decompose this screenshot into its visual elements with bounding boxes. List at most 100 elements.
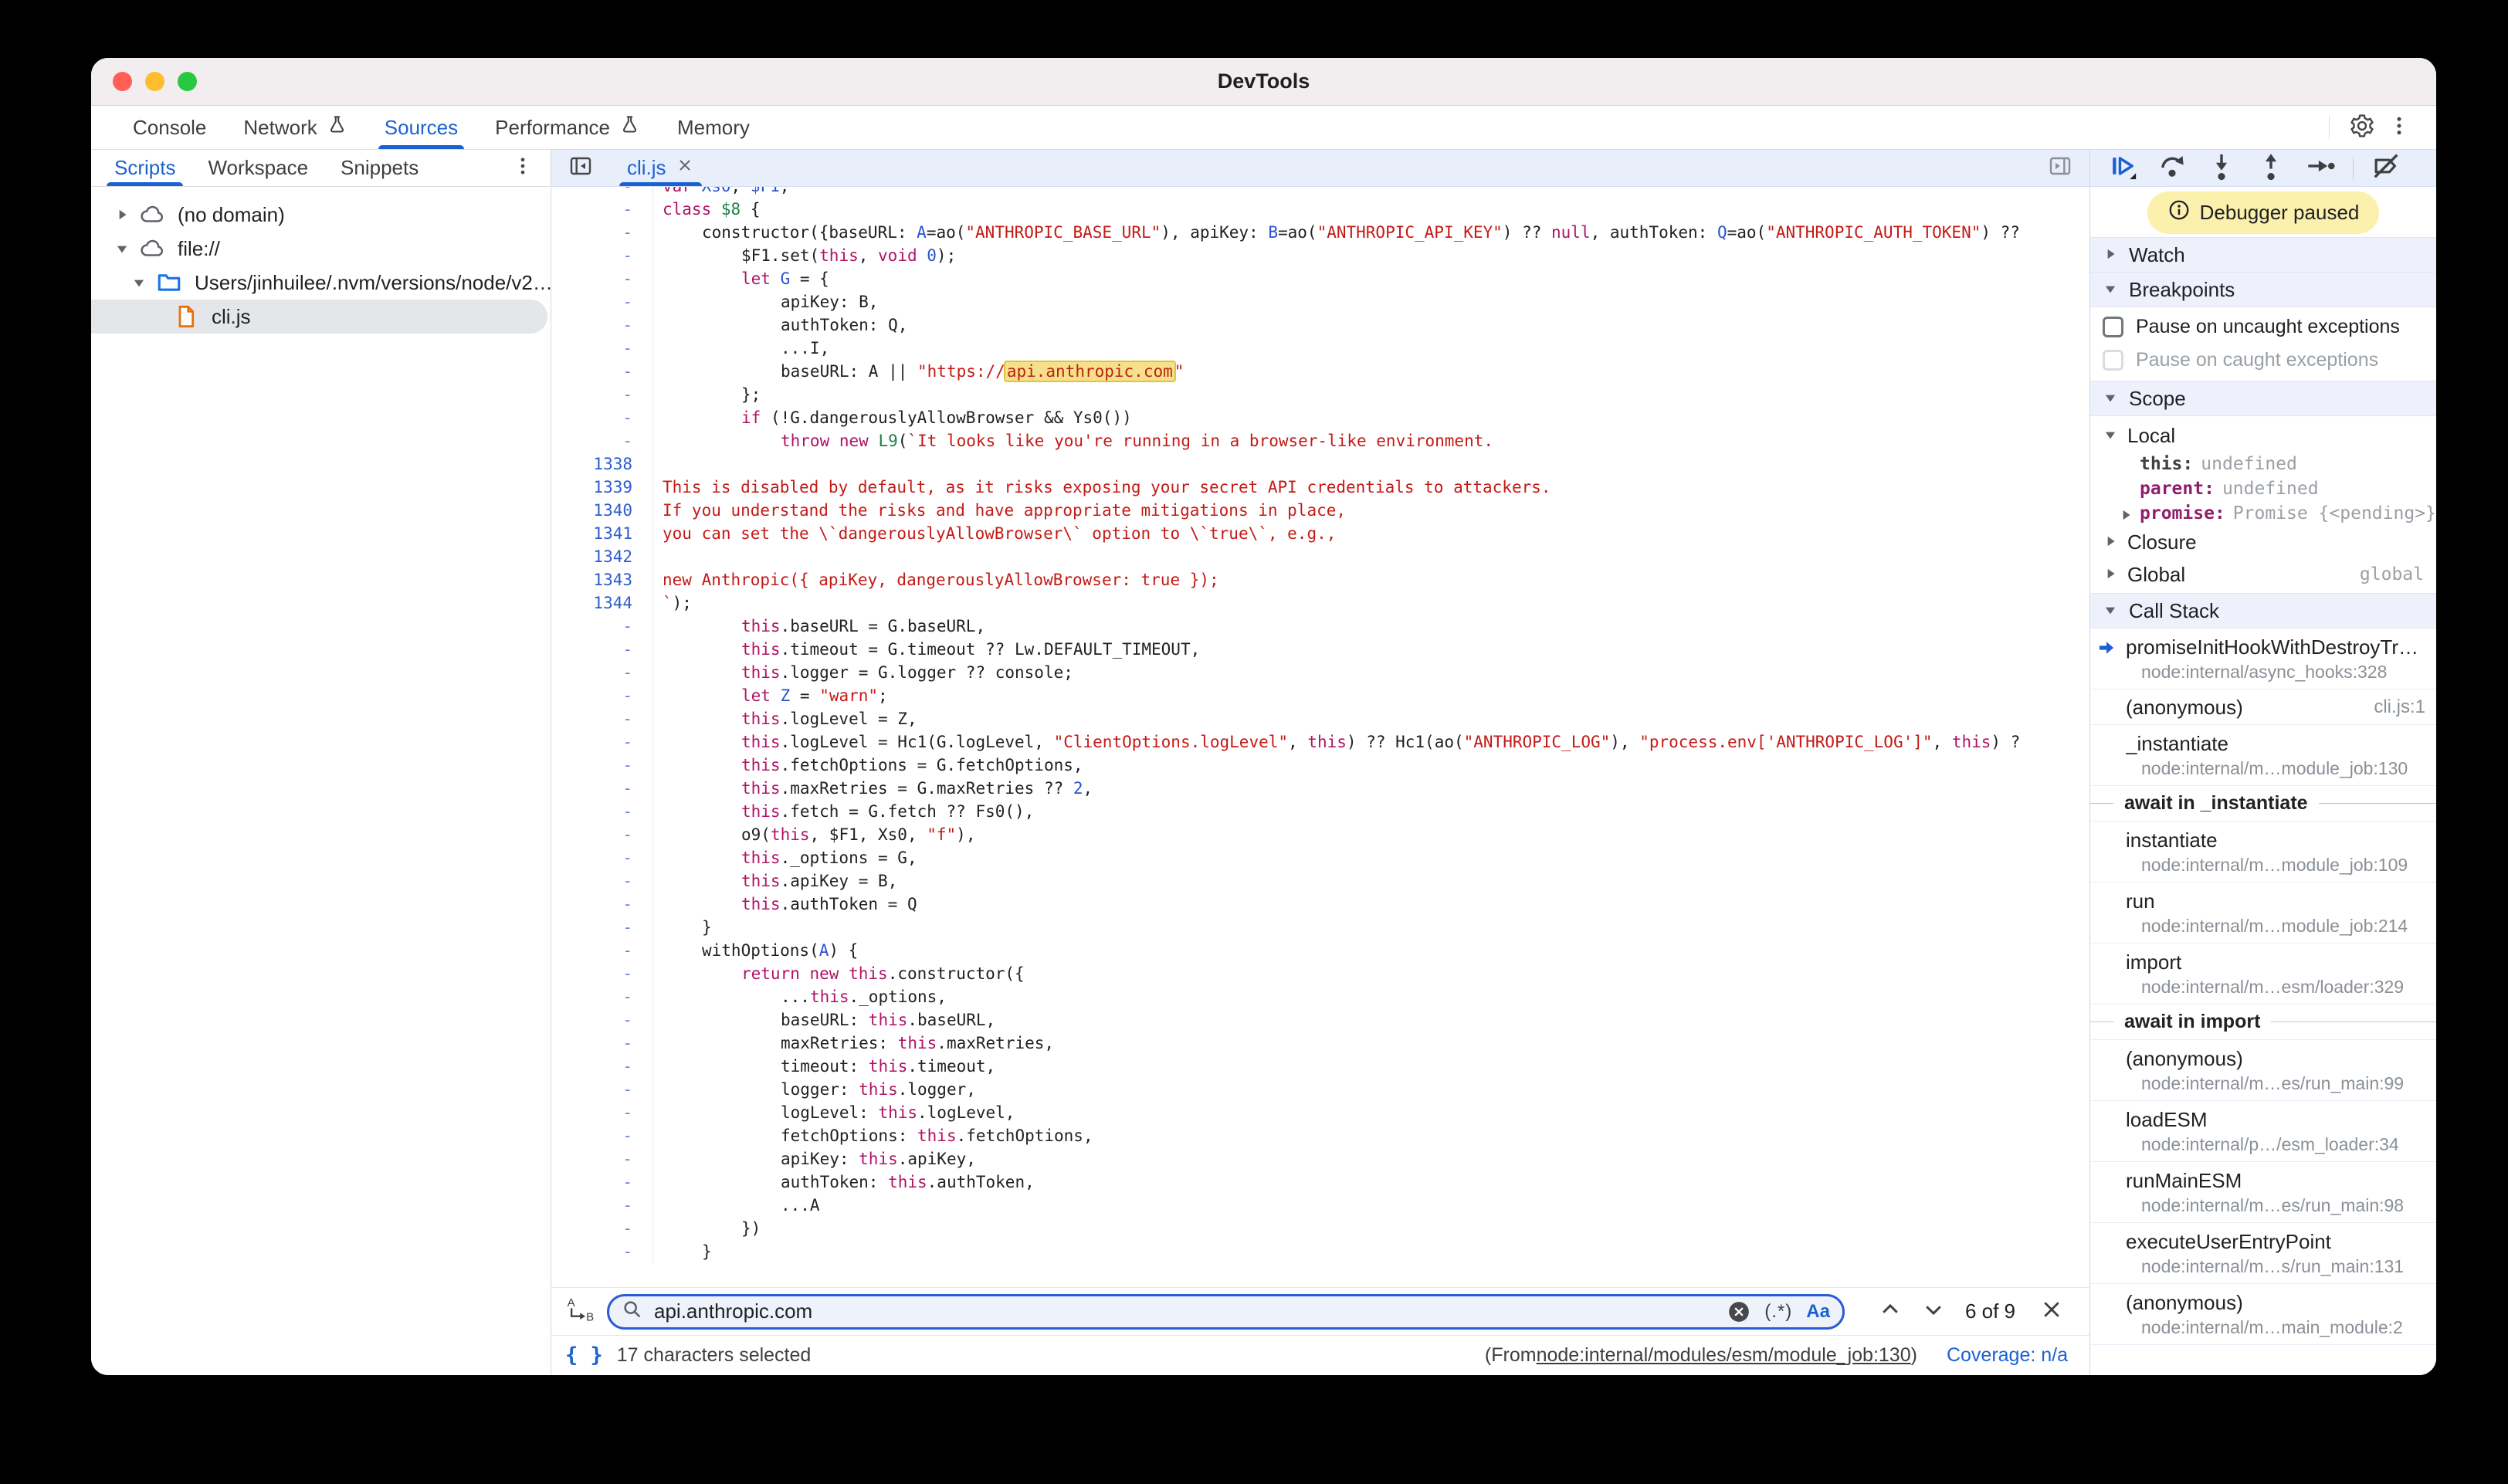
editor-tab-clijs[interactable]: cli.js: [612, 150, 710, 186]
gutter-cell[interactable]: -: [551, 187, 653, 198]
resume-button[interactable]: [2101, 151, 2144, 185]
tree-item-file-[interactable]: file://: [91, 232, 551, 266]
code-line[interactable]: -this.maxRetries = G.maxRetries ?? 2,: [551, 777, 2089, 800]
navigator-tab-scripts[interactable]: Scripts: [102, 150, 188, 186]
code-line[interactable]: -this.fetchOptions = G.fetchOptions,: [551, 754, 2089, 777]
gutter-cell[interactable]: -: [551, 962, 653, 985]
zoom-window-button[interactable]: [178, 72, 197, 91]
code-line[interactable]: 1338: [551, 452, 2089, 476]
code-line[interactable]: 1340If you understand the risks and have…: [551, 499, 2089, 522]
code-line[interactable]: -baseURL: A || "https://api.anthropic.co…: [551, 360, 2089, 383]
scope-group-local[interactable]: Local: [2090, 419, 2436, 452]
code-line[interactable]: -class $8 {: [551, 198, 2089, 221]
code-line[interactable]: -authToken: Q,: [551, 313, 2089, 337]
gutter-cell[interactable]: -: [551, 916, 653, 939]
code-line[interactable]: 1339This is disabled by default, as it r…: [551, 476, 2089, 499]
step-over-button[interactable]: [2150, 151, 2194, 185]
call-stack-frame[interactable]: executeUserEntryPointnode:internal/m…s/r…: [2090, 1223, 2436, 1284]
scope-variable[interactable]: this:undefined: [2090, 452, 2436, 476]
code-line[interactable]: -logLevel: this.logLevel,: [551, 1101, 2089, 1124]
navigator-tab-workspace[interactable]: Workspace: [195, 150, 320, 186]
section-scope[interactable]: Scope: [2090, 381, 2436, 416]
checkbox[interactable]: [2103, 317, 2123, 337]
gutter-cell[interactable]: -: [551, 1078, 653, 1101]
code-line[interactable]: -};: [551, 383, 2089, 406]
code-line[interactable]: -if (!G.dangerouslyAllowBrowser && Ys0()…: [551, 406, 2089, 429]
gutter-cell[interactable]: -: [551, 707, 653, 730]
gutter-cell[interactable]: -: [551, 823, 653, 846]
gutter-cell[interactable]: -: [551, 1055, 653, 1078]
code-line[interactable]: -timeout: this.timeout,: [551, 1055, 2089, 1078]
code-line[interactable]: -}): [551, 1217, 2089, 1240]
gutter-cell[interactable]: -: [551, 429, 653, 452]
code-line[interactable]: -constructor({baseURL: A=ao("ANTHROPIC_B…: [551, 221, 2089, 244]
gutter-cell[interactable]: 1339: [551, 476, 653, 499]
section-watch[interactable]: Watch: [2090, 237, 2436, 273]
code-line[interactable]: -logger: this.logger,: [551, 1078, 2089, 1101]
close-search-button[interactable]: [2034, 1294, 2069, 1330]
code-line[interactable]: -}: [551, 916, 2089, 939]
code-line[interactable]: -this.logLevel = Z,: [551, 707, 2089, 730]
scope-variable[interactable]: promise:Promise {<pending>}: [2090, 501, 2436, 526]
code-line[interactable]: 1343new Anthropic({ apiKey, dangerouslyA…: [551, 568, 2089, 591]
code-line[interactable]: -baseURL: this.baseURL,: [551, 1008, 2089, 1032]
call-stack-frame[interactable]: (anonymous)node:internal/m…main_module:2: [2090, 1284, 2436, 1345]
coverage-link[interactable]: Coverage: n/a: [1947, 1344, 2068, 1367]
step-out-button[interactable]: [2249, 151, 2293, 185]
tab-memory[interactable]: Memory: [659, 106, 768, 149]
gutter-cell[interactable]: -: [551, 221, 653, 244]
more-options-button[interactable]: [2381, 109, 2418, 146]
code-line[interactable]: -...this._options,: [551, 985, 2089, 1008]
next-result-button[interactable]: [1916, 1294, 1951, 1330]
minimize-window-button[interactable]: [145, 72, 164, 91]
chevron-right-icon[interactable]: [110, 207, 134, 222]
regex-toggle[interactable]: (.*): [1764, 1301, 1792, 1323]
replace-toggle-button[interactable]: AB: [562, 1293, 599, 1330]
tree-item-cli-js[interactable]: cli.js: [91, 300, 547, 334]
breakpoint-option[interactable]: Pause on caught exceptions: [2090, 344, 2436, 377]
source-mapped-from-link[interactable]: node:internal/modules/esm/module_job:130: [1537, 1344, 1911, 1367]
breakpoint-option[interactable]: Pause on uncaught exceptions: [2090, 310, 2436, 344]
step-button[interactable]: [2299, 151, 2342, 185]
code-line[interactable]: -...A: [551, 1194, 2089, 1217]
navigator-tab-snippets[interactable]: Snippets: [328, 150, 431, 186]
code-line[interactable]: -authToken: this.authToken,: [551, 1171, 2089, 1194]
code-line[interactable]: -var Xs0, $F1;: [551, 187, 2089, 198]
tab-network[interactable]: Network: [225, 106, 365, 149]
section-breakpoints[interactable]: Breakpoints: [2090, 272, 2436, 307]
gutter-cell[interactable]: -: [551, 360, 653, 383]
code-line[interactable]: -maxRetries: this.maxRetries,: [551, 1032, 2089, 1055]
gutter-cell[interactable]: -: [551, 869, 653, 893]
gutter-cell[interactable]: 1338: [551, 452, 653, 476]
gutter-cell[interactable]: -: [551, 337, 653, 360]
gutter-cell[interactable]: -: [551, 406, 653, 429]
code-line[interactable]: -fetchOptions: this.fetchOptions,: [551, 1124, 2089, 1147]
code-line[interactable]: -withOptions(A) {: [551, 939, 2089, 962]
code-line[interactable]: -let G = {: [551, 267, 2089, 290]
scope-variable[interactable]: parent:undefined: [2090, 476, 2436, 501]
code-line[interactable]: -o9(this, $F1, Xs0, "f"),: [551, 823, 2089, 846]
call-stack-frame[interactable]: importnode:internal/m…esm/loader:329: [2090, 944, 2436, 1005]
code-line[interactable]: -apiKey: this.apiKey,: [551, 1147, 2089, 1171]
gutter-cell[interactable]: -: [551, 1171, 653, 1194]
code-line[interactable]: 1342: [551, 545, 2089, 568]
code-line[interactable]: -this.authToken = Q: [551, 893, 2089, 916]
tab-sources[interactable]: Sources: [366, 106, 476, 149]
code-line[interactable]: -$F1.set(this, void 0);: [551, 244, 2089, 267]
code-line[interactable]: 1341you can set the \`dangerouslyAllowBr…: [551, 522, 2089, 545]
gutter-cell[interactable]: -: [551, 684, 653, 707]
gutter-cell[interactable]: -: [551, 615, 653, 638]
call-stack-frame[interactable]: runnode:internal/m…module_job:214: [2090, 883, 2436, 944]
gutter-cell[interactable]: -: [551, 198, 653, 221]
collapse-debugger-button[interactable]: [2042, 150, 2079, 187]
code-line[interactable]: -...I,: [551, 337, 2089, 360]
gutter-cell[interactable]: -: [551, 985, 653, 1008]
gutter-cell[interactable]: -: [551, 730, 653, 754]
gutter-cell[interactable]: -: [551, 1124, 653, 1147]
call-stack-frame[interactable]: promiseInitHookWithDestroyTr…node:intern…: [2090, 628, 2436, 689]
gutter-cell[interactable]: -: [551, 1032, 653, 1055]
gutter-cell[interactable]: -: [551, 638, 653, 661]
scope-group-global[interactable]: Globalglobal: [2090, 558, 2436, 591]
call-stack-frame[interactable]: runMainESMnode:internal/m…es/run_main:98: [2090, 1162, 2436, 1223]
code-line[interactable]: -this.timeout = G.timeout ?? Lw.DEFAULT_…: [551, 638, 2089, 661]
